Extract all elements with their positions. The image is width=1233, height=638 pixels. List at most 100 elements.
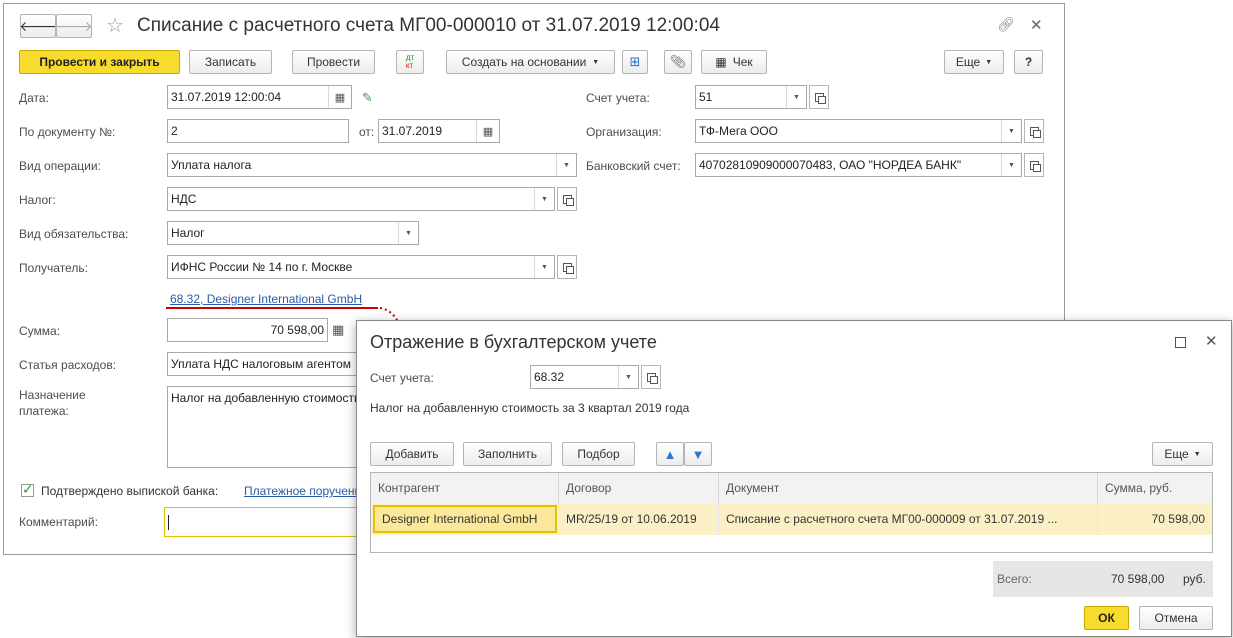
structure-button[interactable]: ⊞	[622, 50, 648, 74]
arrow-right-icon: 🡒	[55, 17, 93, 34]
total-unit: руб.	[1183, 572, 1206, 586]
bank-account-label: Банковский счет:	[586, 159, 681, 173]
chevron-down-icon[interactable]: ▼	[618, 366, 638, 388]
amount-label: Сумма:	[19, 324, 61, 338]
chevron-down-icon[interactable]: ▼	[398, 222, 418, 244]
post-button[interactable]: Провести	[292, 50, 375, 74]
cell-contract[interactable]: MR/25/19 от 10.06.2019	[559, 503, 719, 535]
checkmark-icon: ✓	[22, 481, 34, 497]
column-header-contract[interactable]: Договор	[559, 473, 719, 503]
close-icon[interactable]: ✕	[1205, 332, 1218, 350]
save-button[interactable]: Записать	[189, 50, 272, 74]
pick-button[interactable]: Подбор	[562, 442, 635, 466]
payment-order-link[interactable]: Платежное поручение	[244, 484, 368, 498]
paperclip-icon: 📎︎	[669, 54, 687, 69]
open-bank-account-button[interactable]	[1024, 153, 1044, 177]
from-label: от:	[359, 125, 375, 139]
chevron-down-icon[interactable]: ▼	[786, 86, 806, 108]
create-based-on-button[interactable]: Создать на основании ▼	[446, 50, 615, 74]
cell-document[interactable]: Списание с расчетного счета МГ00-000009 …	[719, 503, 1098, 535]
open-icon	[814, 92, 826, 104]
total-value: 70 598,00	[1111, 572, 1165, 586]
table-header: Контрагент Договор Документ Сумма, руб.	[371, 473, 1212, 504]
from-date-field[interactable]: 31.07.2019 ▦	[378, 119, 500, 143]
date-field[interactable]: 31.07.2019 12:00:04 ▦	[167, 85, 352, 109]
tax-label: Налог:	[19, 193, 56, 207]
organization-label: Организация:	[586, 125, 662, 139]
window-title: Списание с расчетного счета МГ00-000010 …	[137, 15, 720, 36]
recipient-select[interactable]: ИФНС России № 14 по г. Москве ▼	[167, 255, 555, 279]
payment-purpose-textarea[interactable]: Налог на добавленную стоимость	[167, 386, 377, 468]
move-down-button[interactable]: ▼	[684, 442, 712, 466]
add-button[interactable]: Добавить	[370, 442, 454, 466]
comment-field[interactable]	[164, 507, 374, 537]
hierarchy-icon: ⊞	[629, 54, 641, 69]
date-label: Дата:	[19, 91, 49, 105]
move-up-button[interactable]: ▲	[656, 442, 684, 466]
attach-button[interactable]: 📎︎	[664, 50, 692, 74]
cell-amount[interactable]: 70 598,00	[1098, 503, 1212, 535]
arrow-up-icon: ▲	[663, 446, 677, 462]
dialog-account-select[interactable]: 68.32 ▼	[530, 365, 639, 389]
chevron-down-icon[interactable]: ▼	[534, 256, 554, 278]
chevron-down-icon[interactable]: ▼	[556, 154, 576, 176]
link-icon[interactable]: 🔗︎	[997, 16, 1015, 33]
accounting-dialog: Отражение в бухгалтерском учете ✕ Счет у…	[356, 320, 1232, 637]
arrow-left-icon: 🡐	[19, 17, 57, 34]
operation-type-label: Вид операции:	[19, 159, 101, 173]
open-organization-button[interactable]	[1024, 119, 1044, 143]
column-header-document[interactable]: Документ	[719, 473, 1098, 503]
tax-select[interactable]: НДС ▼	[167, 187, 555, 211]
arrow-down-icon: ▼	[691, 446, 705, 462]
account-select[interactable]: 51 ▼	[695, 85, 807, 109]
calendar-icon[interactable]: ▦	[328, 86, 351, 108]
expense-item-label: Статья расходов:	[19, 358, 117, 372]
bank-account-select[interactable]: 40702810909000070483, ОАО "НОРДЕА БАНК" …	[695, 153, 1022, 177]
operation-type-select[interactable]: Уплата налога ▼	[167, 153, 577, 177]
post-and-close-button[interactable]: Провести и закрыть	[19, 50, 180, 74]
open-icon	[1029, 160, 1041, 172]
dialog-title: Отражение в бухгалтерском учете	[370, 332, 657, 352]
open-icon	[1029, 126, 1041, 138]
maximize-icon[interactable]	[1175, 337, 1186, 348]
organization-select[interactable]: ТФ-Мега ООО ▼	[695, 119, 1022, 143]
liability-type-label: Вид обязательства:	[19, 227, 129, 241]
back-button[interactable]: 🡐	[19, 14, 57, 38]
chevron-down-icon[interactable]: ▼	[1001, 154, 1021, 176]
favorite-star-icon[interactable]: ☆	[106, 13, 124, 38]
document-number-label: По документу №:	[19, 125, 116, 139]
chevron-down-icon[interactable]: ▼	[534, 188, 554, 210]
bank-confirm-checkbox[interactable]: ✓	[21, 481, 34, 497]
cell-counterparty[interactable]: Designer International GmbH	[373, 505, 557, 533]
liability-type-select[interactable]: Налог ▼	[167, 221, 419, 245]
document-number-field[interactable]: 2	[167, 119, 349, 143]
open-tax-button[interactable]	[557, 187, 577, 211]
open-account-button[interactable]	[809, 85, 829, 109]
total-bar: Всего: 70 598,00 руб.	[993, 561, 1213, 597]
recipient-label: Получатель:	[19, 261, 88, 275]
expense-item-select[interactable]: Уплата НДС налоговым агентом	[167, 352, 377, 376]
dialog-account-label: Счет учета:	[370, 371, 434, 385]
help-button[interactable]: ?	[1014, 50, 1043, 74]
dt-kt-icon: дт кт	[405, 53, 415, 70]
ok-button[interactable]: ОК	[1084, 606, 1129, 630]
payment-purpose-label: Назначение платежа:	[19, 388, 86, 418]
fill-button[interactable]: Заполнить	[463, 442, 552, 466]
receipt-button[interactable]: ▦ Чек	[701, 50, 767, 74]
cancel-button[interactable]: Отмена	[1139, 606, 1213, 630]
dialog-more-button[interactable]: Еще ▼	[1152, 442, 1213, 466]
table-row[interactable]: Designer International GmbH MR/25/19 от …	[371, 503, 1212, 535]
column-header-counterparty[interactable]: Контрагент	[371, 473, 559, 503]
calendar-icon[interactable]: ▦	[476, 120, 499, 142]
open-recipient-button[interactable]	[557, 255, 577, 279]
chevron-down-icon[interactable]: ▼	[1001, 120, 1021, 142]
dt-kt-button[interactable]: дт кт	[396, 50, 424, 74]
chevron-down-icon: ▼	[592, 58, 600, 66]
forward-button[interactable]: 🡒	[55, 14, 93, 38]
column-header-amount[interactable]: Сумма, руб.	[1098, 473, 1212, 503]
close-icon[interactable]: ✕	[1030, 16, 1043, 34]
edit-date-icon[interactable]: ✎	[362, 90, 373, 106]
chevron-down-icon: ▼	[985, 58, 993, 66]
open-dialog-account-button[interactable]	[641, 365, 661, 389]
more-button[interactable]: Еще ▼	[944, 50, 1004, 74]
